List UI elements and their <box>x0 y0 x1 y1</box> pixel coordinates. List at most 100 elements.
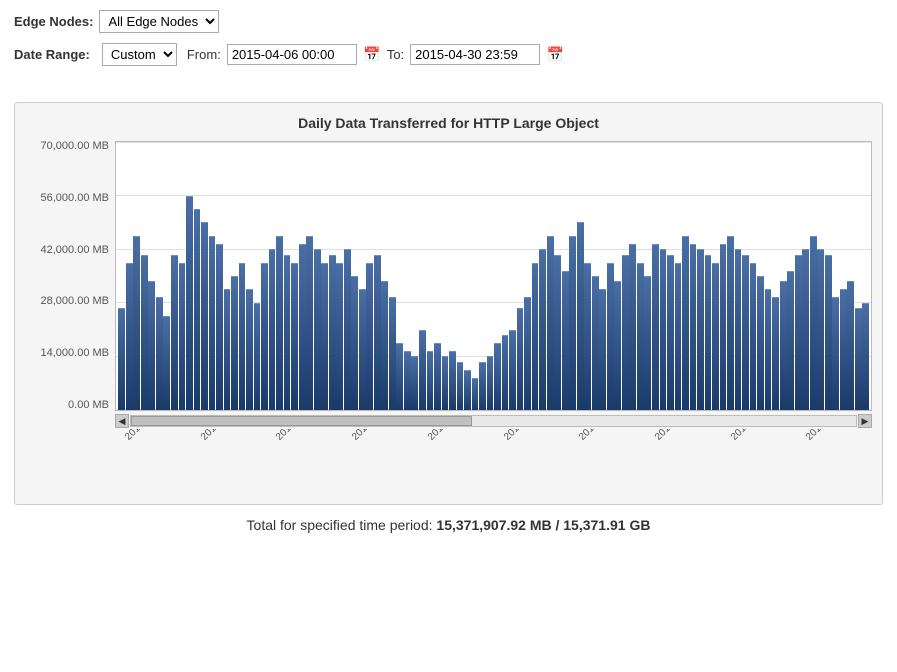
bar-group <box>847 142 855 410</box>
bar <box>757 276 764 410</box>
bar <box>179 263 186 410</box>
bar <box>727 236 734 410</box>
bar-group <box>742 142 750 410</box>
bar-group <box>682 142 690 410</box>
bars-inner <box>116 142 871 410</box>
bar-group <box>186 142 194 410</box>
bar <box>817 249 824 410</box>
bar-group <box>178 142 186 410</box>
from-input[interactable] <box>227 44 357 65</box>
y-axis-label: 0.00 MB <box>68 400 109 411</box>
scrollbar-track[interactable] <box>130 415 857 427</box>
bar <box>772 297 779 410</box>
bar-group <box>561 142 569 410</box>
date-range-select[interactable]: Custom <box>102 43 177 66</box>
bar-group <box>449 142 457 410</box>
bar <box>269 249 276 410</box>
bar <box>321 263 328 410</box>
y-axis-label: 28,000.00 MB <box>41 296 110 307</box>
bar <box>351 276 358 410</box>
edge-nodes-select[interactable]: All Edge Nodes <box>99 10 219 33</box>
date-range-row: Date Range: Custom From: 📅 To: 📅 <box>14 43 883 66</box>
bar-group <box>546 142 554 410</box>
bar <box>562 271 569 410</box>
bar <box>735 249 742 410</box>
bar <box>517 308 524 410</box>
bar <box>276 236 283 410</box>
bar-group <box>411 142 419 410</box>
bar-group <box>779 142 787 410</box>
bar <box>194 209 201 410</box>
bar-group <box>201 142 209 410</box>
bar <box>765 289 772 410</box>
bar-group <box>268 142 276 410</box>
bar <box>637 263 644 410</box>
bar <box>336 263 343 410</box>
bar <box>577 222 584 410</box>
bar-group <box>584 142 592 410</box>
scrollbar-row: ◀ ▶ <box>115 413 872 429</box>
from-calendar-icon[interactable]: 📅 <box>363 46 381 64</box>
x-axis-label: 2015-04-09 <box>350 429 394 443</box>
bar <box>832 297 839 410</box>
bar-group <box>126 142 134 410</box>
bar-group <box>471 142 479 410</box>
x-axis-label: 2015-04-08 <box>274 429 318 443</box>
bar-group <box>719 142 727 410</box>
bar <box>690 244 697 410</box>
bar-group <box>216 142 224 410</box>
bar <box>855 308 862 410</box>
bar <box>239 263 246 410</box>
bar <box>329 255 336 410</box>
bar-group <box>141 142 149 410</box>
bar <box>660 249 667 410</box>
bar-group <box>208 142 216 410</box>
bar <box>509 330 516 410</box>
bar-group <box>712 142 720 410</box>
scroll-right-arrow[interactable]: ▶ <box>858 414 872 428</box>
bar-group <box>554 142 562 410</box>
x-label-item: 2015-04-14 <box>721 435 797 494</box>
bar-group <box>464 142 472 410</box>
x-axis-label: 2015-04-10 <box>426 429 470 443</box>
bar <box>359 289 366 410</box>
bar-group <box>494 142 502 410</box>
bar-group <box>133 142 141 410</box>
bar <box>862 303 869 410</box>
to-calendar-icon[interactable]: 📅 <box>546 46 564 64</box>
bar-group <box>787 142 795 410</box>
bar-group <box>832 142 840 410</box>
x-label-item: 2015-04-15 <box>796 435 872 494</box>
x-label-item: 2015-04-08 <box>266 435 342 494</box>
to-input[interactable] <box>410 44 540 65</box>
bar-group <box>238 142 246 410</box>
date-range-label: Date Range: <box>14 47 90 62</box>
x-label-item: 2015-04-06 <box>115 435 191 494</box>
x-axis-label: 2015-04-14 <box>729 429 773 443</box>
bar <box>156 297 163 410</box>
bar <box>629 244 636 410</box>
bar-group <box>434 142 442 410</box>
from-label: From: <box>187 47 221 62</box>
bar <box>720 244 727 410</box>
bar <box>389 297 396 410</box>
bar <box>547 236 554 410</box>
bar-group <box>576 142 584 410</box>
x-label-item: 2015-04-12 <box>569 435 645 494</box>
x-label-item: 2015-04-09 <box>342 435 418 494</box>
bar-group <box>824 142 832 410</box>
bar <box>201 222 208 410</box>
bar <box>396 343 403 410</box>
bar <box>246 289 253 410</box>
y-axis-label: 14,000.00 MB <box>41 348 110 359</box>
bar-group <box>118 142 126 410</box>
scroll-left-arrow[interactable]: ◀ <box>115 414 129 428</box>
bar-group <box>637 142 645 410</box>
total-value: 15,371,907.92 MB / 15,371.91 GB <box>436 517 650 533</box>
bar-group <box>516 142 524 410</box>
bar-group <box>246 142 254 410</box>
bar-group <box>441 142 449 410</box>
to-label: To: <box>387 47 404 62</box>
bar-group <box>817 142 825 410</box>
y-axis-label: 42,000.00 MB <box>41 245 110 256</box>
